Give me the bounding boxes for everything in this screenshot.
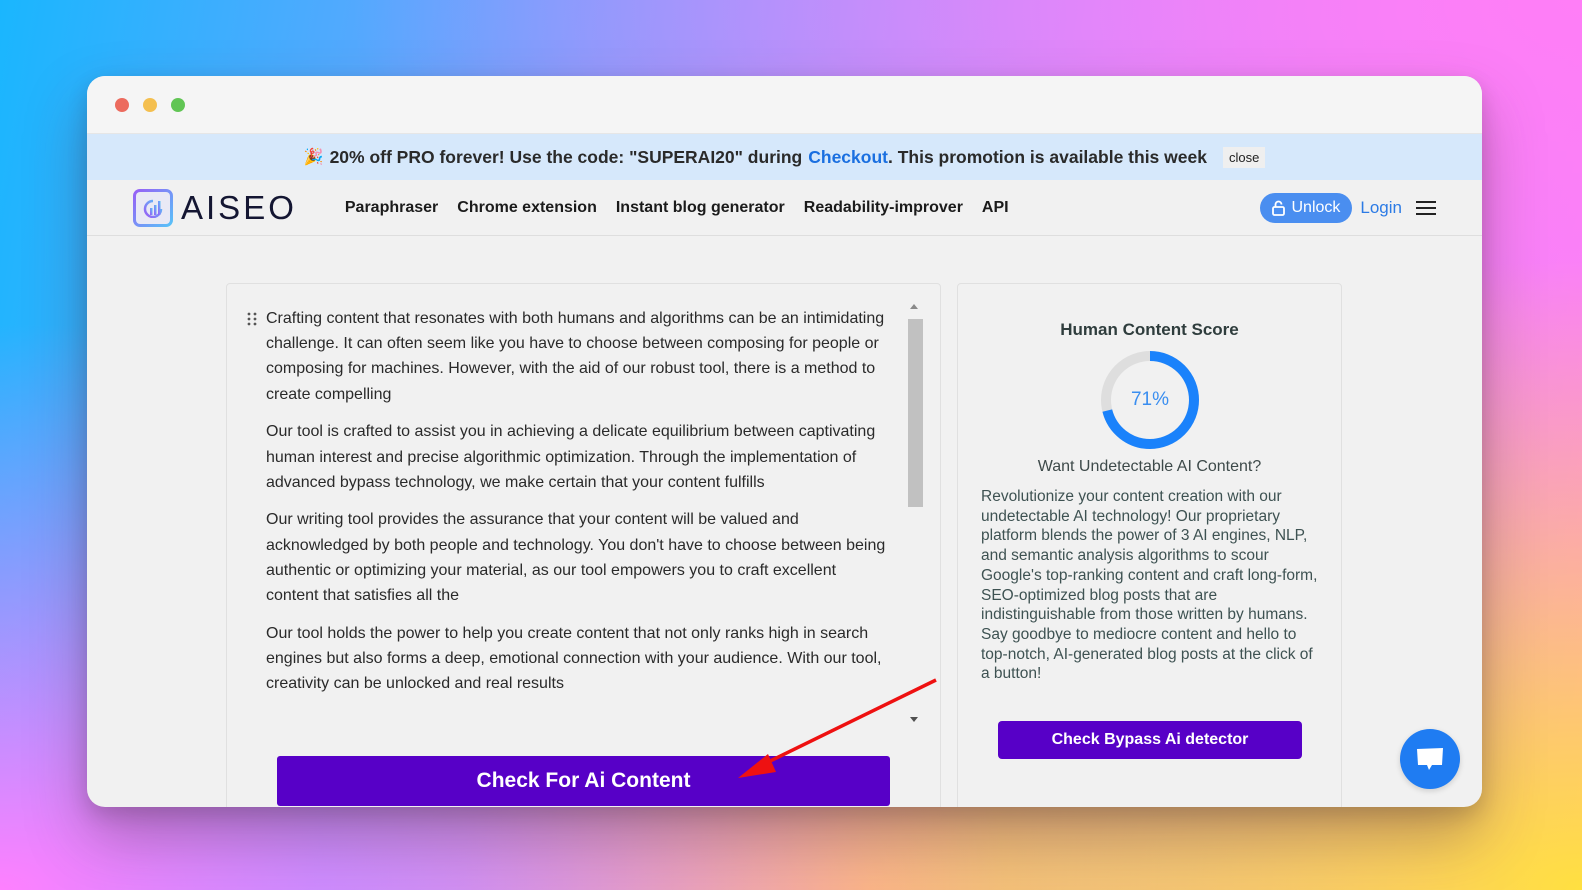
hamburger-icon[interactable] <box>1416 200 1436 215</box>
editor-paragraph: Our tool is crafted to assist you in ach… <box>266 423 876 491</box>
scroll-up-arrow[interactable] <box>910 304 918 309</box>
promo-text-after: . This promotion is available this week <box>887 146 1207 167</box>
logo-chart-icon <box>133 189 173 227</box>
score-title: Human Content Score <box>1060 320 1239 339</box>
scroll-down-arrow[interactable] <box>910 717 918 722</box>
minimize-window-button[interactable] <box>143 98 157 112</box>
score-value: 71% <box>1130 389 1170 410</box>
undetectable-question: Want Undetectable AI Content? <box>1037 458 1262 475</box>
editor-card: Crafting content that resonates with bot… <box>226 283 941 807</box>
nav-link-instant-blog-generator[interactable]: Instant blog generator <box>616 199 785 217</box>
party-popper-icon: 🎉 <box>303 149 324 166</box>
score-card: Human Content Score 71% Want Undetectabl… <box>957 283 1342 807</box>
checkout-link[interactable]: Checkout <box>808 147 888 168</box>
editor-paragraph: Our writing tool provides the assurance … <box>266 511 886 605</box>
unlock-button[interactable]: Unlock <box>1260 192 1353 223</box>
undetectable-description: Revolutionize your content creation with… <box>981 488 1318 683</box>
check-ai-content-button[interactable]: Check For Ai Content <box>277 756 890 806</box>
editor-paragraph: Crafting content that resonates with bot… <box>266 310 885 403</box>
maximize-window-button[interactable] <box>171 98 185 112</box>
chat-bubble-icon <box>1417 748 1443 770</box>
nav-link-paraphraser[interactable]: Paraphraser <box>345 199 438 217</box>
content-editor[interactable]: Crafting content that resonates with bot… <box>266 306 886 709</box>
promo-banner: 🎉 20% off PRO forever! Use the code: "SU… <box>87 134 1482 180</box>
navbar: AISEO Paraphraser Chrome extension Insta… <box>87 180 1482 236</box>
logo-text: AISEO <box>181 188 297 226</box>
nav-links: Paraphraser Chrome extension Instant blo… <box>345 199 1009 217</box>
editor-paragraph: Our tool holds the power to help you cre… <box>266 624 882 693</box>
browser-window: 🎉 20% off PRO forever! Use the code: "SU… <box>87 76 1482 807</box>
drag-handle-icon[interactable] <box>247 312 257 326</box>
nav-link-chrome-extension[interactable]: Chrome extension <box>457 199 597 217</box>
nav-actions: Unlock Login <box>1260 192 1436 223</box>
unlock-label: Unlock <box>1291 198 1341 216</box>
close-promo-button[interactable]: close <box>1222 146 1266 168</box>
title-bar <box>87 76 1482 134</box>
nav-link-api[interactable]: API <box>982 199 1009 217</box>
logo[interactable]: AISEO <box>133 189 297 227</box>
check-bypass-button[interactable]: Check Bypass Ai detector <box>998 721 1302 759</box>
lock-open-icon <box>1272 200 1286 216</box>
chat-widget-button[interactable] <box>1400 729 1460 789</box>
close-window-button[interactable] <box>115 98 129 112</box>
scrollbar-thumb[interactable] <box>908 319 923 507</box>
promo-text-before: 20% off PRO forever! Use the code: "SUPE… <box>329 146 803 167</box>
login-link[interactable]: Login <box>1360 198 1402 218</box>
nav-link-readability-improver[interactable]: Readability-improver <box>804 199 963 217</box>
